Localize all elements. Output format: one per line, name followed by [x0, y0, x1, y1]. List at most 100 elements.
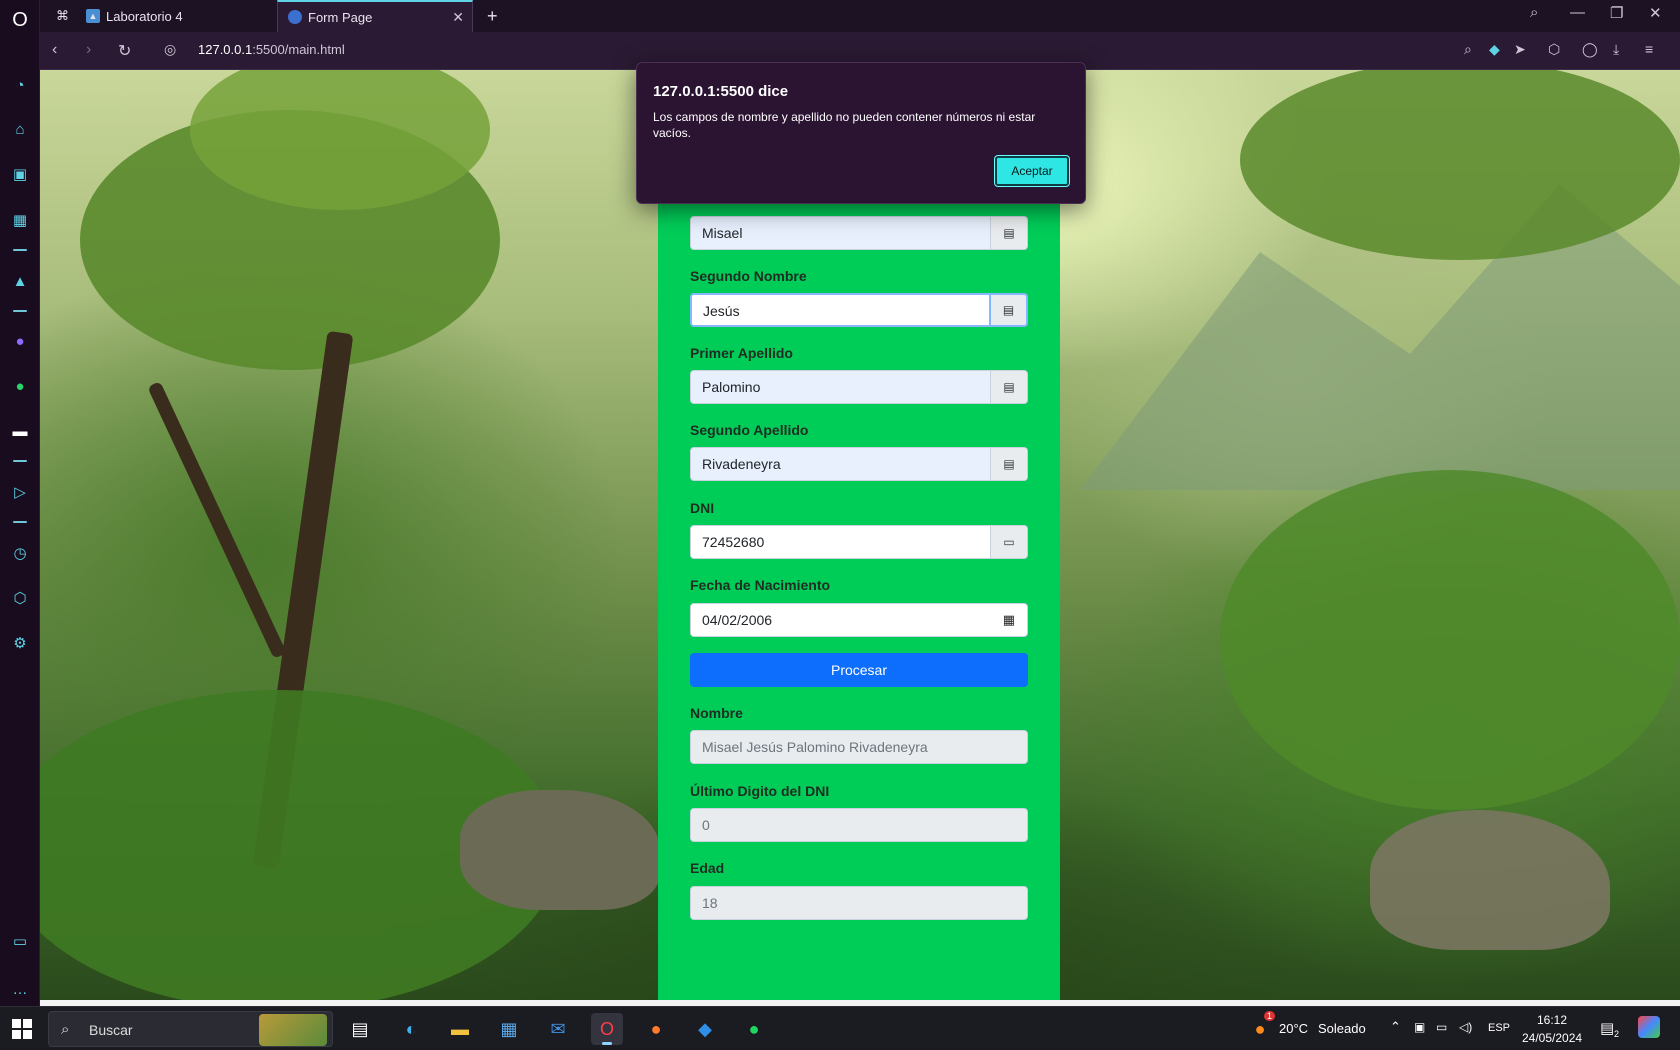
- tab-label: Form Page: [308, 9, 373, 25]
- chip-icon[interactable]: ▦: [9, 209, 31, 231]
- primer-apellido-label: Primer Apellido: [690, 345, 793, 361]
- gamepad-icon: ⌘: [56, 8, 69, 23]
- tab-form-page[interactable]: Form Page ✕: [277, 0, 473, 32]
- tab-favicon-icon: [288, 10, 302, 24]
- tab-favicon-icon: ▲: [86, 9, 100, 23]
- player-icon[interactable]: ▷: [9, 481, 31, 503]
- speed-dial-icon[interactable]: ◔: [9, 74, 31, 96]
- site-info-icon[interactable]: ◎: [164, 41, 176, 58]
- reload-icon[interactable]: ↻: [118, 41, 131, 61]
- clock-date[interactable]: 24/05/2024: [1522, 1031, 1582, 1045]
- edad-output: 18: [690, 886, 1028, 920]
- back-icon[interactable]: ‹: [52, 41, 57, 59]
- segundo-nombre-label: Segundo Nombre: [690, 268, 807, 284]
- segundo-apellido-input[interactable]: Rivadeneyra: [690, 447, 991, 481]
- segundo-nombre-input[interactable]: Jesús: [690, 293, 991, 327]
- easy-setup-icon[interactable]: ≡: [1645, 41, 1653, 57]
- minimize-icon[interactable]: —: [1570, 4, 1585, 21]
- aria-icon[interactable]: ▲: [9, 270, 31, 292]
- fecha-nacimiento-input[interactable]: 04/02/2006 ▦: [690, 603, 1028, 637]
- downloads-icon[interactable]: ⤓: [1613, 41, 1619, 58]
- dialog-title: 127.0.0.1:5500 dice: [653, 83, 789, 100]
- id-card-icon: ▤: [991, 370, 1028, 404]
- notification-count: 2: [1614, 1029, 1620, 1039]
- taskbar-search[interactable]: ⌕ Buscar: [48, 1011, 333, 1047]
- edge-icon[interactable]: ◐: [395, 1013, 427, 1045]
- edad-label: Edad: [690, 860, 725, 876]
- accept-button[interactable]: Aceptar: [994, 155, 1070, 187]
- sidebar-separator: [13, 310, 27, 312]
- restore-icon[interactable]: ❐: [1610, 4, 1623, 22]
- ultimo-digito-output: 0: [690, 808, 1028, 842]
- calendar-icon[interactable]: ▦: [1003, 612, 1015, 628]
- discord-icon[interactable]: ▬: [9, 420, 31, 442]
- vpn-shield-icon[interactable]: ◆: [1489, 41, 1500, 58]
- dni-input[interactable]: 72452680: [690, 525, 991, 559]
- close-window-icon[interactable]: ✕: [1649, 4, 1662, 22]
- dni-group: 72452680 ▭: [690, 525, 1028, 559]
- windows-start-icon[interactable]: [12, 1019, 32, 1039]
- new-tab-button[interactable]: +: [477, 0, 508, 32]
- volume-icon[interactable]: ◁): [1459, 1020, 1472, 1034]
- fecha-nacimiento-label: Fecha de Nacimiento: [690, 577, 831, 593]
- primer-nombre-group: Misael ▤: [690, 216, 1028, 250]
- url-host: 127.0.0.1: [198, 42, 253, 57]
- search-tabs-icon[interactable]: ⌕: [1530, 4, 1538, 21]
- url-path: :5500/main.html: [252, 42, 345, 57]
- settings-gear-icon[interactable]: ⚙: [9, 632, 31, 654]
- primer-nombre-input[interactable]: Misael: [690, 216, 991, 250]
- store-icon[interactable]: ▦: [493, 1013, 525, 1045]
- more-icon[interactable]: …: [9, 978, 31, 1000]
- weather-temp[interactable]: 20°C: [1279, 1021, 1308, 1036]
- language-indicator[interactable]: ESP: [1488, 1022, 1510, 1034]
- tray-chevron-icon[interactable]: ⌃: [1390, 1019, 1401, 1035]
- tab-close-icon[interactable]: ✕: [452, 9, 464, 26]
- gamepad-tab[interactable]: ⌘: [46, 0, 76, 32]
- url-field[interactable]: 127.0.0.1:5500/main.html: [198, 42, 345, 57]
- extensions-cube-icon[interactable]: ⬡: [1548, 41, 1560, 58]
- cube-icon[interactable]: ⬡: [9, 587, 31, 609]
- gallery-icon[interactable]: ▭: [9, 930, 31, 952]
- search-page-icon[interactable]: ⌕: [1464, 41, 1472, 58]
- sidebar-separator: [13, 460, 27, 462]
- clock-time[interactable]: 16:12: [1537, 1013, 1567, 1027]
- vscode-icon[interactable]: ◆: [689, 1013, 721, 1045]
- opera-logo-icon[interactable]: O: [9, 9, 31, 31]
- forward-icon[interactable]: ›: [86, 41, 91, 59]
- dialog-message: Los campos de nombre y apellido no puede…: [653, 110, 1036, 140]
- whatsapp-icon[interactable]: ●: [9, 375, 31, 397]
- meet-icon[interactable]: ▣: [1414, 1020, 1425, 1034]
- search-placeholder: Buscar: [89, 1022, 133, 1038]
- procesar-button[interactable]: Procesar: [690, 653, 1028, 687]
- weather-desc[interactable]: Soleado: [1318, 1021, 1366, 1036]
- id-card-icon: ▤: [991, 447, 1028, 481]
- tab-label: Laboratorio 4: [106, 8, 183, 24]
- windows-taskbar: ⌕ Buscar ▤ ◐ ▬ ▦ ✉ O ● ◆ ● ● 1 20°C Sole…: [0, 1006, 1680, 1050]
- browser-sidebar: O ◔ ⌂ ▣ ▦ ▲ ● ● ▬ ▷ ◷ ⬡ ⚙ ▭ …: [0, 0, 40, 1006]
- firefox-icon[interactable]: ●: [640, 1013, 672, 1045]
- task-view-icon[interactable]: ▤: [344, 1013, 376, 1045]
- network-icon[interactable]: ▭: [1436, 1020, 1447, 1034]
- send-icon[interactable]: ➤: [1514, 41, 1526, 58]
- search-icon: ⌕: [61, 1021, 70, 1038]
- dni-label: DNI: [690, 500, 715, 516]
- copilot-icon[interactable]: [1638, 1016, 1660, 1038]
- messenger-icon[interactable]: ●: [9, 330, 31, 352]
- ultimo-digito-label: Último Digito del DNI: [690, 783, 830, 799]
- card-icon: ▭: [991, 525, 1028, 559]
- tab-laboratorio[interactable]: ▲ Laboratorio 4 ✕: [76, 0, 310, 32]
- mail-icon[interactable]: ✉: [542, 1013, 574, 1045]
- active-indicator: [602, 1042, 612, 1045]
- spotify-icon[interactable]: ●: [738, 1013, 770, 1045]
- id-card-icon: ▤: [991, 293, 1028, 327]
- opera-taskbar-icon[interactable]: O: [591, 1013, 623, 1045]
- primer-apellido-input[interactable]: Palomino: [690, 370, 991, 404]
- id-card-icon: ▤: [991, 216, 1028, 250]
- notifications-icon[interactable]: ▤: [1600, 1019, 1614, 1037]
- twitch-icon[interactable]: ▣: [9, 163, 31, 185]
- file-explorer-icon[interactable]: ▬: [444, 1013, 476, 1045]
- bag-icon[interactable]: ⌂: [9, 118, 31, 140]
- alert-dialog: 127.0.0.1:5500 dice Los campos de nombre…: [636, 62, 1086, 204]
- history-icon[interactable]: ◷: [9, 542, 31, 564]
- profile-icon[interactable]: ◯: [1582, 41, 1598, 58]
